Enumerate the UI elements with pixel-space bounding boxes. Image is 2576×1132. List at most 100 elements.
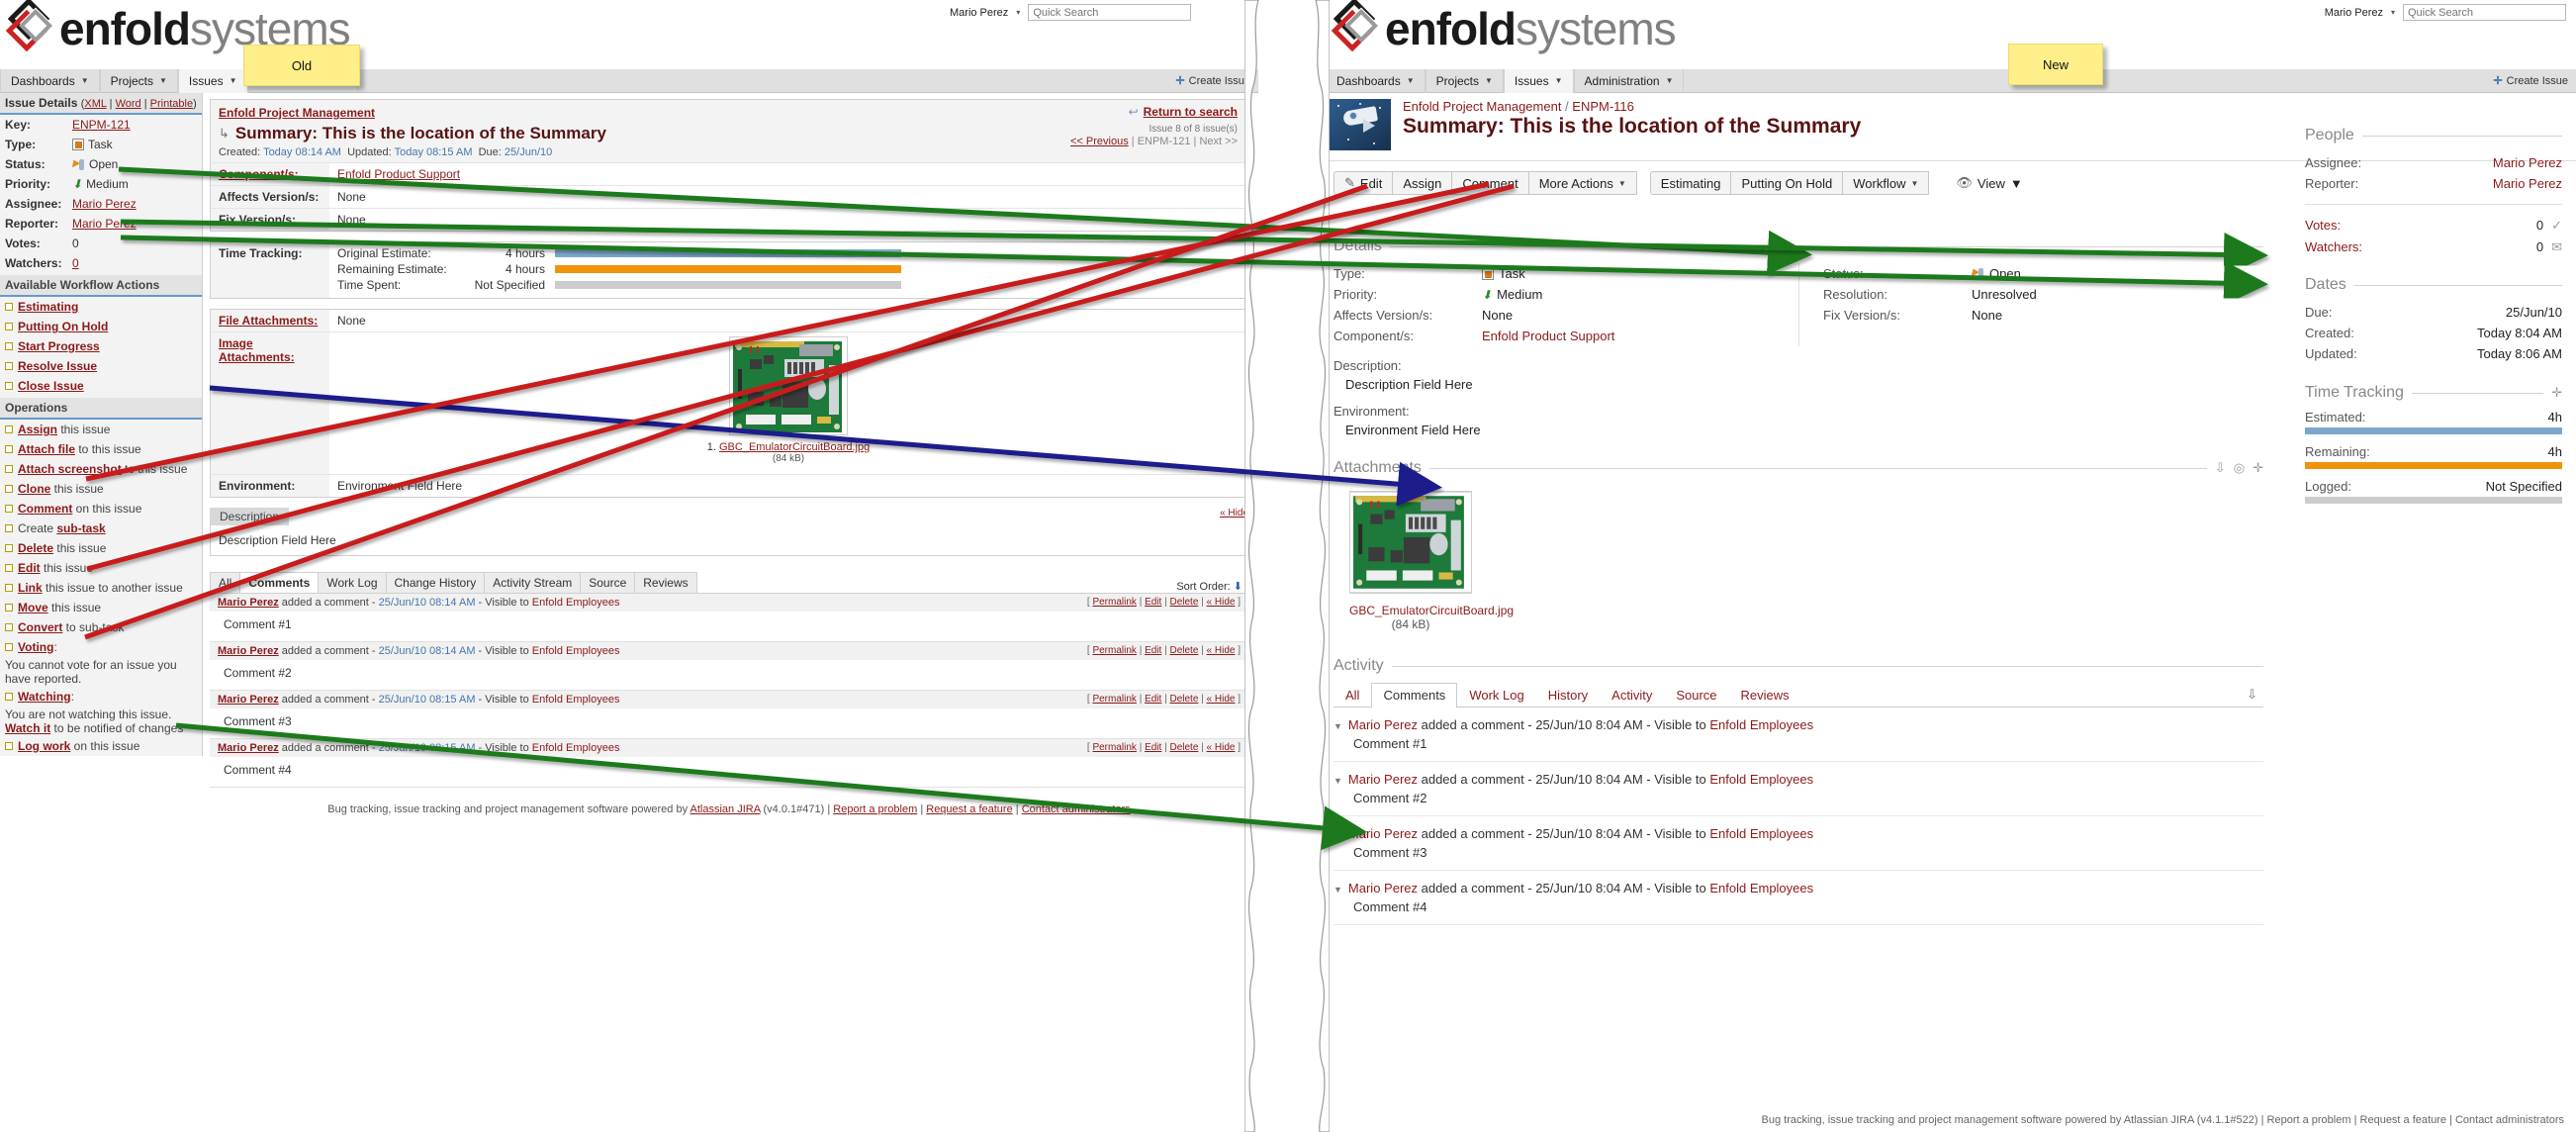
nav-dashboards[interactable]: Dashboards ▼ [0, 68, 100, 93]
comment-author-link[interactable]: Mario Perez [218, 742, 279, 754]
permalink-link[interactable]: Permalink [1092, 742, 1136, 753]
comment-author-link[interactable]: Mario Perez [1348, 717, 1418, 732]
operation-watching[interactable]: Watching: [0, 687, 202, 707]
delete-link[interactable]: Delete [1169, 645, 1198, 656]
chevron-down-icon[interactable]: ▼ [1555, 76, 1563, 85]
workflow-action-close-issue[interactable]: Close Issue [0, 376, 202, 396]
tab-all[interactable]: All [1334, 683, 1371, 707]
operation-link[interactable]: Clone [18, 482, 50, 496]
download-icon[interactable]: ⇩ [2215, 460, 2226, 476]
attachment-thumbnail-new[interactable] [1349, 491, 1472, 594]
preview-eye-icon[interactable]: ◎ [2234, 460, 2245, 476]
operation-link[interactable]: Comment [18, 502, 72, 516]
quick-search-input[interactable] [1028, 4, 1192, 21]
comment-author-link[interactable]: Mario Perez [1348, 826, 1418, 841]
permalink-link[interactable]: Permalink [1092, 694, 1136, 705]
chevron-down-icon[interactable]: ▼ [81, 76, 89, 85]
sort-down-icon[interactable]: ⬇ [1234, 581, 1242, 593]
comment-author-link[interactable]: Mario Perez [218, 694, 279, 706]
issue-key-link[interactable]: ENPM-121 [72, 118, 131, 132]
attachment-thumb-wrap[interactable]: 1. GBC_EmulatorCircuitBoard.jpg (84 kB) [707, 336, 870, 464]
add-attachment-icon[interactable]: ✛ [2253, 460, 2263, 476]
operation-link[interactable]: Link [18, 581, 43, 595]
operation-clone[interactable]: Clone this issue [0, 479, 202, 499]
workflow-label[interactable]: Putting On Hold [18, 320, 108, 333]
sort-order-control[interactable]: Sort Order: ⬇ [1176, 580, 1248, 593]
create-issue-button[interactable]: ✛ Create Issue [2493, 74, 2576, 88]
operation-create-subtask[interactable]: Create sub-task [0, 519, 202, 538]
workflow-label[interactable]: Start Progress [18, 339, 100, 353]
operation-link[interactable]: Attach file [18, 442, 75, 456]
operation-link[interactable]: Edit [18, 561, 41, 575]
image-attachments-link[interactable]: Image Attachments: [219, 336, 295, 364]
workflow-button[interactable]: Workflow ▼ [1842, 171, 1930, 195]
tab-activity[interactable]: Activity [1600, 683, 1664, 707]
attachment-name-link-new[interactable]: GBC_EmulatorCircuitBoard.jpg [1349, 604, 1514, 617]
reporter-link[interactable]: Mario Perez [2493, 176, 2562, 191]
log-work-link[interactable]: Log work [18, 739, 70, 753]
workflow-action-estimating[interactable]: Estimating [0, 297, 202, 317]
tab-work-log[interactable]: Work Log [318, 572, 387, 593]
watching-link[interactable]: Watching [18, 690, 71, 704]
operation-delete[interactable]: Delete this issue [0, 538, 202, 558]
previous-issue-link[interactable]: << Previous [1070, 136, 1129, 147]
file-attachments-link[interactable]: File Attachments: [219, 314, 318, 328]
watchers-label[interactable]: Watchers: [2305, 239, 2362, 255]
return-to-search[interactable]: ↩ Return to search [1129, 105, 1238, 119]
export-xml-link[interactable]: XML [84, 98, 106, 110]
operation-edit[interactable]: Edit this issue [0, 558, 202, 578]
nav-issues[interactable]: Issues ▼ [1503, 68, 1574, 93]
attachment-thumbnail-old[interactable] [728, 336, 848, 435]
collapse-triangle-icon[interactable]: ▼ [1334, 830, 1342, 840]
chevron-down-icon[interactable]: ▼ [230, 76, 237, 85]
operation-link[interactable]: Convert [18, 620, 62, 634]
permalink-link[interactable]: Permalink [1092, 597, 1136, 608]
chevron-down-icon[interactable]: ▼ [1407, 76, 1415, 85]
view-button[interactable]: 👁 View ▼ [1956, 175, 2022, 191]
edit-link[interactable]: Edit [1145, 645, 1161, 656]
watchers-link[interactable]: 0 [72, 256, 79, 270]
edit-button[interactable]: ✎ Edit [1334, 171, 1394, 195]
operation-link[interactable]: Delete [18, 541, 53, 555]
chevron-down-icon[interactable]: ▾ [1016, 8, 1020, 17]
atlassian-jira-link[interactable]: Atlassian JIRA [690, 803, 761, 815]
operation-attach-file[interactable]: Attach file to this issue [0, 439, 202, 459]
return-to-search-link[interactable]: Return to search [1144, 105, 1238, 119]
delete-link[interactable]: Delete [1169, 597, 1198, 608]
chevron-down-icon[interactable]: ▼ [159, 76, 167, 85]
estimating-button[interactable]: Estimating [1649, 171, 1732, 195]
tab-activity-stream[interactable]: Activity Stream [484, 572, 582, 593]
vote-check-icon[interactable]: ✓ [2551, 218, 2562, 234]
contact-admins-link[interactable]: Contact administrators [1022, 803, 1131, 815]
tab-all[interactable]: All [210, 572, 241, 593]
workflow-label[interactable]: Resolve Issue [18, 359, 97, 373]
operation-comment[interactable]: Comment on this issue [0, 499, 202, 519]
chevron-down-icon[interactable]: ▾ [2391, 8, 2395, 17]
watch-it-link[interactable]: Watch it [5, 721, 50, 735]
nav-issues[interactable]: Issues ▼ [177, 68, 248, 93]
hide-link[interactable]: « Hide [1207, 694, 1236, 705]
tab-source[interactable]: Source [1664, 683, 1728, 707]
operation-convert[interactable]: Convert to sub-task [0, 617, 202, 637]
tab-history[interactable]: History [1536, 683, 1600, 707]
log-work-plus-icon[interactable]: ✛ [2551, 385, 2562, 401]
edit-link[interactable]: Edit [1145, 742, 1161, 753]
tab-comments[interactable]: Comments [1371, 683, 1458, 708]
tab-comments[interactable]: Comments [239, 572, 320, 593]
operation-link[interactable]: sub-task [56, 521, 105, 535]
export-printable-link[interactable]: Printable [150, 98, 193, 110]
workflow-action-start-progress[interactable]: Start Progress [0, 336, 202, 356]
comment-author-link[interactable]: Mario Perez [1348, 881, 1418, 896]
operation-link[interactable]: Assign [18, 423, 57, 436]
operation-voting[interactable]: Voting: [0, 637, 202, 657]
export-word-link[interactable]: Word [116, 98, 141, 110]
project-link[interactable]: Enfold Project Management [219, 106, 375, 120]
votes-label[interactable]: Votes: [2305, 218, 2341, 234]
report-problem-link[interactable]: Report a problem [833, 803, 917, 815]
report-problem-link[interactable]: Report a problem [2267, 1114, 2351, 1126]
hide-link[interactable]: « Hide [1207, 645, 1236, 656]
collapse-triangle-icon[interactable]: ▼ [1334, 776, 1342, 786]
operation-attach-screenshot[interactable]: Attach screenshot to this issue [0, 459, 202, 479]
nav-administration[interactable]: Administration ▼ [1573, 68, 1685, 93]
nav-projects[interactable]: Projects ▼ [99, 68, 178, 93]
